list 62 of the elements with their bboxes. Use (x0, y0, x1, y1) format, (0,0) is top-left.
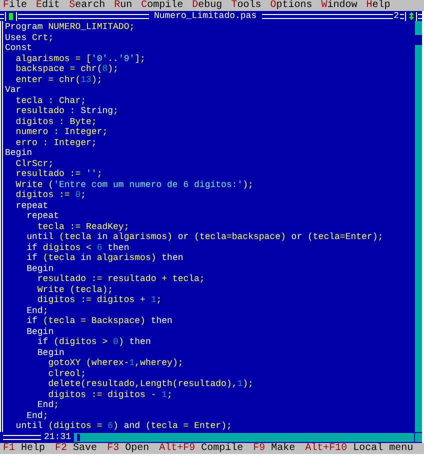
code-line: digitos := digitos - 1; (47, 390, 174, 400)
vertical-scrollbar[interactable] (415, 21, 422, 432)
code-line: End; (36, 400, 60, 410)
code-line: tecla := ReadKey; (36, 222, 130, 232)
horizontal-scrollbar[interactable] (74, 433, 414, 442)
code-line: digitos := 0; (14, 190, 88, 200)
code-line: Write ('Entre com um numero de 6 digitos:'); (14, 180, 254, 190)
code-line: if (tecla in algarismos) then (26, 253, 184, 264)
code-line: repeat (26, 211, 60, 222)
resize-arrows-icon[interactable] (405, 12, 417, 20)
status-shortcut[interactable]: Alt+F9 Compile (158, 443, 244, 454)
code-line: Uses Crt; (5, 32, 55, 43)
code-line: until (digitos = 6) and (tecla = Enter); (14, 421, 233, 432)
code-line: Var (5, 85, 22, 96)
menu-item[interactable]: Window (320, 0, 358, 11)
code-line: if digitos < 6 then (26, 242, 130, 253)
status-shortcut[interactable]: F1 Help (2, 443, 46, 454)
code-line: algarismos = ['0'..'9']; (14, 54, 146, 64)
code-line: numero : Integer; (14, 127, 109, 138)
menu-item[interactable]: Tools (230, 0, 262, 11)
code-line: erro : Integer; (14, 138, 98, 148)
code-line: resultado : String; (14, 106, 120, 116)
menu-item[interactable]: File (2, 0, 28, 11)
menu-item[interactable]: Help (365, 0, 392, 11)
code-line: End; (26, 410, 50, 421)
code-line: Begin (26, 326, 55, 337)
code-line: Write (tecla); (36, 284, 114, 295)
code-line: delete(resultado,Length(resultado),1); (47, 379, 254, 390)
code-line: Begin (36, 348, 66, 358)
status-shortcut[interactable]: F2 Save (54, 443, 98, 454)
code-line: if (digitos > 0) then (36, 337, 152, 348)
code-line: resultado := ''; (14, 169, 104, 180)
code-line: digitos : Byte; (14, 116, 98, 127)
code-line: repeat (14, 200, 50, 211)
code-line: until (tecla in algarismos) or (tecla=backspace) or (tecla=Enter); (26, 232, 384, 242)
status-shortcut[interactable]: Alt+F10 Local menu (304, 443, 414, 454)
menu-item[interactable]: Debug (191, 0, 224, 11)
code-line: backspace = chr(8); (14, 64, 120, 74)
status-shortcut[interactable]: F3 Open (106, 443, 150, 454)
menu-item[interactable]: Compile (140, 0, 184, 11)
code-line: Const (5, 43, 34, 54)
close-icon[interactable] (5, 12, 17, 20)
menu-item[interactable]: Options (269, 0, 314, 11)
code-line: End; (26, 306, 50, 316)
menu-item[interactable]: Run (113, 0, 134, 11)
code-line: gotoXY (wherex-1,wherey); (47, 358, 184, 368)
code-line: Begin (5, 148, 34, 158)
code-line: Begin (26, 264, 55, 274)
code-line: Program NUMERO_LIMITADO; (5, 22, 136, 32)
window-number: 2 (394, 11, 399, 21)
code-line: enter = chr(13); (14, 74, 104, 85)
menu-item[interactable]: Edit (35, 0, 62, 11)
status-shortcut[interactable]: F9 Make (252, 443, 296, 454)
code-line: digitos := digitos + 1; (36, 295, 163, 306)
code-line: clreol; (47, 368, 88, 379)
menu-item[interactable]: Search (68, 0, 106, 11)
code-line: ClrScr; (14, 158, 55, 169)
code-line: resultado := resultado + tecla; (36, 274, 206, 284)
cursor-position: 21:31 (43, 432, 72, 442)
code-line: tecla : Char; (14, 96, 88, 106)
code-line: if (tecla = Backspace) then (26, 316, 174, 326)
window-title: Numero_Limitado.pas (152, 11, 258, 21)
